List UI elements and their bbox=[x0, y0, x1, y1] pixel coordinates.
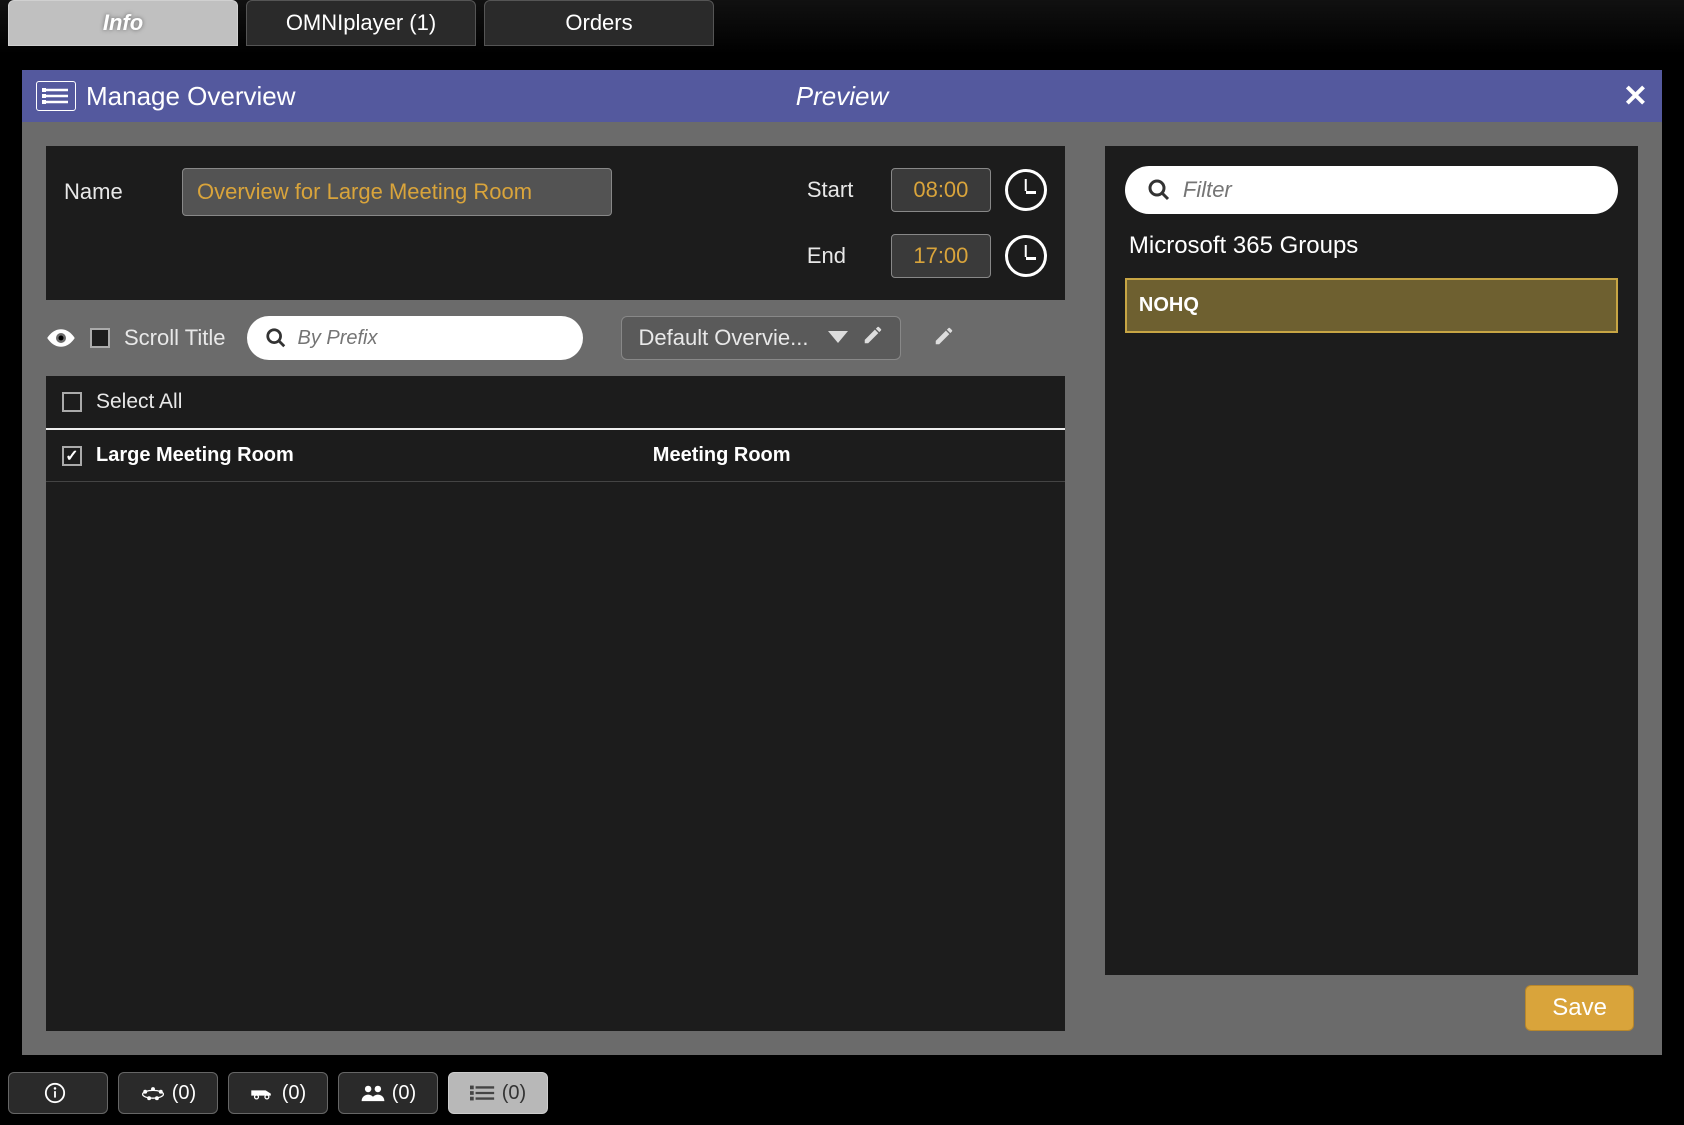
tab-omniplayer[interactable]: OMNIplayer (1) bbox=[246, 0, 476, 46]
room-type: Meeting Room bbox=[653, 444, 791, 467]
select-all-row[interactable]: Select All bbox=[46, 376, 1065, 430]
select-all-checkbox[interactable] bbox=[62, 392, 82, 412]
start-label: Start bbox=[807, 177, 877, 203]
scroll-title-checkbox[interactable] bbox=[90, 328, 110, 348]
tab-label: OMNIplayer (1) bbox=[286, 10, 436, 36]
count: (0) bbox=[282, 1082, 306, 1105]
form-panel: Name Start End bbox=[46, 146, 1065, 300]
room-name: Large Meeting Room bbox=[96, 444, 639, 467]
end-label: End bbox=[807, 243, 877, 269]
rooms-list: Select All Large Meeting Room Meeting Ro… bbox=[46, 376, 1065, 1031]
list-item[interactable]: Large Meeting Room Meeting Room bbox=[46, 430, 1065, 482]
filter-input[interactable] bbox=[1183, 177, 1596, 203]
right-pane: Microsoft 365 Groups NOHQ Save bbox=[1105, 146, 1638, 1031]
count: (0) bbox=[392, 1082, 416, 1105]
filter-search[interactable] bbox=[1125, 166, 1618, 214]
manage-overview-panel: Manage Overview Preview ✕ Name Start bbox=[22, 70, 1662, 1055]
tab-info[interactable]: Info bbox=[8, 0, 238, 46]
groups-title: Microsoft 365 Groups bbox=[1125, 232, 1618, 260]
scroll-title-row: Scroll Title Default Overvie... bbox=[46, 312, 1065, 364]
name-input[interactable] bbox=[182, 168, 612, 216]
eye-icon[interactable] bbox=[46, 323, 76, 353]
close-icon[interactable]: ✕ bbox=[1623, 79, 1648, 114]
template-select[interactable]: Default Overvie... bbox=[621, 316, 901, 360]
panel-body: Name Start End bbox=[22, 122, 1662, 1055]
bottom-bar: (0) (0) (0) (0) bbox=[8, 1069, 1676, 1117]
pencil-icon[interactable] bbox=[862, 324, 884, 352]
list-icon bbox=[36, 81, 76, 111]
prefix-input[interactable] bbox=[297, 327, 565, 350]
clock-icon[interactable] bbox=[1005, 235, 1047, 277]
save-label: Save bbox=[1552, 994, 1607, 1021]
count: (0) bbox=[172, 1082, 196, 1105]
tab-label: Orders bbox=[565, 10, 632, 36]
bottom-people[interactable]: (0) bbox=[338, 1072, 438, 1114]
groups-panel: Microsoft 365 Groups NOHQ bbox=[1105, 146, 1638, 975]
tab-label: Info bbox=[103, 10, 143, 36]
bottom-list[interactable]: (0) bbox=[448, 1072, 548, 1114]
chevron-down-icon bbox=[828, 325, 848, 351]
panel-title: Manage Overview bbox=[86, 81, 296, 112]
panel-header: Manage Overview Preview ✕ bbox=[22, 70, 1662, 122]
save-button[interactable]: Save bbox=[1525, 985, 1634, 1031]
panel-preview-label: Preview bbox=[796, 81, 888, 112]
template-selected: Default Overvie... bbox=[638, 325, 808, 351]
select-all-label: Select All bbox=[96, 390, 182, 414]
row-checkbox[interactable] bbox=[62, 446, 82, 466]
tab-orders[interactable]: Orders bbox=[484, 0, 714, 46]
group-item[interactable]: NOHQ bbox=[1125, 278, 1618, 333]
bottom-info[interactable] bbox=[8, 1072, 108, 1114]
pencil-icon[interactable] bbox=[933, 325, 955, 352]
top-tabs: Info OMNIplayer (1) Orders bbox=[0, 0, 1684, 54]
group-name: NOHQ bbox=[1139, 294, 1199, 316]
end-time-input[interactable] bbox=[891, 234, 991, 278]
bottom-transport[interactable]: (0) bbox=[228, 1072, 328, 1114]
bottom-meeting[interactable]: (0) bbox=[118, 1072, 218, 1114]
name-label: Name bbox=[64, 179, 154, 205]
count: (0) bbox=[502, 1082, 526, 1105]
start-time-input[interactable] bbox=[891, 168, 991, 212]
scroll-title-label: Scroll Title bbox=[124, 325, 225, 351]
left-pane: Name Start End bbox=[46, 146, 1065, 1031]
clock-icon[interactable] bbox=[1005, 169, 1047, 211]
prefix-search[interactable] bbox=[247, 316, 583, 360]
